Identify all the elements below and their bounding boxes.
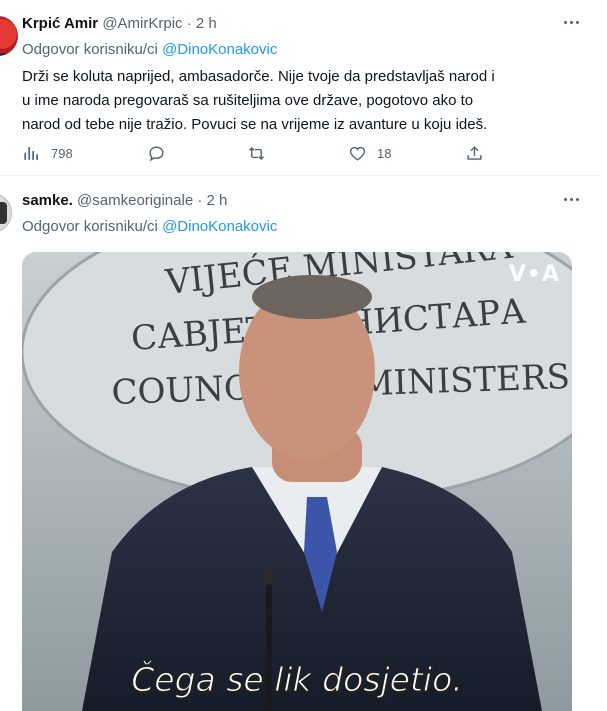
views-button[interactable]: 798 (22, 141, 73, 165)
video-caption: Čega se lik dosjetio. (131, 660, 464, 700)
share-button[interactable] (465, 141, 484, 165)
mention-link[interactable]: @DinoKonakovic (162, 218, 277, 235)
author-name[interactable]: samke. (22, 192, 73, 209)
tweet-header: Krpić Amir @AmirKrpic · 2 h (22, 15, 217, 32)
tweet-header: samke. @samkeoriginale · 2 h (22, 192, 227, 209)
share-icon (467, 145, 482, 160)
tweet[interactable]: Krpić Amir @AmirKrpic · 2 h Odgovor kori… (0, 0, 600, 176)
more-options-button[interactable] (560, 191, 582, 207)
avatar[interactable] (0, 193, 12, 233)
tweet[interactable]: samke. @samkeoriginale · 2 h Odgovor kor… (0, 177, 600, 711)
views-count: 798 (51, 145, 73, 161)
more-options-button[interactable] (560, 14, 582, 30)
bar-chart-icon (24, 146, 38, 160)
like-button[interactable]: 18 (348, 141, 391, 165)
author-handle[interactable]: @AmirKrpic (102, 15, 182, 32)
retweet-button[interactable] (247, 141, 266, 165)
timestamp[interactable]: 2 h (196, 15, 217, 32)
voa-logo: V•A (508, 262, 560, 287)
separator-dot: · (186, 15, 192, 32)
reply-button[interactable] (147, 141, 166, 165)
tweet-text: Drži se koluta naprijed, ambasadorče. Ni… (22, 68, 495, 133)
video-frame: VIJEĆE MINISTARA САВЈЕТ МИНИСТАРА COUNCI… (22, 252, 572, 711)
timestamp[interactable]: 2 h (207, 192, 228, 209)
video-media[interactable]: VIJEĆE MINISTARA САВЈЕТ МИНИСТАРА COUNCI… (22, 252, 572, 711)
separator-dot: · (197, 192, 203, 209)
reply-prefix: Odgovor korisniku/ci (22, 41, 158, 58)
action-bar: 798 18 (22, 141, 492, 165)
heart-icon (349, 146, 366, 161)
comment-icon (149, 145, 164, 161)
likes-count: 18 (377, 145, 392, 161)
mention-link[interactable]: @DinoKonakovic (162, 41, 277, 58)
avatar[interactable] (0, 16, 18, 56)
reply-prefix: Odgovor korisniku/ci (22, 218, 158, 235)
retweet-icon (248, 146, 265, 160)
author-handle[interactable]: @samkeoriginale (77, 192, 193, 209)
reply-context: Odgovor korisniku/ci @DinoKonakovic (22, 218, 277, 235)
author-name[interactable]: Krpić Amir (22, 15, 98, 32)
reply-context: Odgovor korisniku/ci @DinoKonakovic (22, 41, 277, 58)
